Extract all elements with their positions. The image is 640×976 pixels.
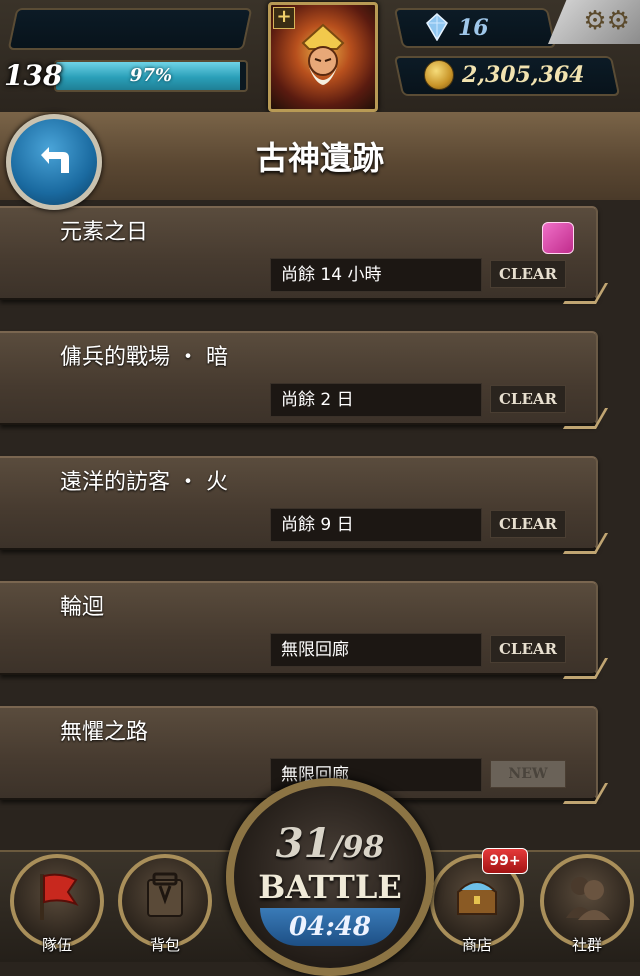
stage-item[interactable]: 傭兵的戰場 ・ 暗 尚餘 2 日 CLEAR — [0, 331, 609, 429]
stage-time-box: 尚餘 14 小時 — [270, 258, 482, 292]
corner-ornament — [562, 408, 609, 429]
nav-social-button[interactable]: 社群 — [540, 854, 634, 954]
corner-ornament — [562, 658, 609, 679]
stage-time: 尚餘 2 日 — [281, 390, 354, 410]
coin-count: 2,305,364 — [462, 62, 585, 88]
warrior-icon — [301, 23, 345, 85]
plus-icon: + — [273, 7, 295, 29]
stage-status-badge: CLEAR — [490, 385, 566, 413]
shop-notification-badge: 99+ — [482, 848, 528, 874]
stage-status-badge: NEW — [490, 760, 566, 788]
stamina-timer: 04:48 — [260, 908, 400, 946]
stage-status-badge: CLEAR — [490, 260, 566, 288]
coin-icon — [424, 60, 454, 90]
gear-icon: ⚙⚙ — [583, 6, 630, 36]
stage-name: 無懼之路 — [60, 720, 149, 745]
stamina-max: 98 — [342, 830, 385, 865]
friends-icon — [566, 877, 610, 920]
backpack-icon — [147, 872, 183, 917]
stage-time: 尚餘 9 日 — [281, 515, 354, 535]
stage-time-box: 無限回廊 — [270, 633, 482, 667]
stage-name: 輪迴 — [60, 595, 105, 620]
gem-count: 16 — [458, 15, 489, 41]
flag-icon — [40, 873, 79, 920]
nav-bag-label: 背包 — [149, 936, 180, 954]
exp-percent: 97% — [129, 65, 173, 86]
stage-status-badge: CLEAR — [490, 510, 566, 538]
stage-time: 無限回廊 — [281, 640, 349, 660]
stamina-current: 31 — [275, 820, 332, 867]
stage-time: 尚餘 14 小時 — [281, 265, 382, 285]
nav-social-label: 社群 — [571, 936, 602, 954]
exp-bar: 97% — [54, 60, 248, 92]
back-button[interactable] — [6, 114, 102, 210]
stage-list: 元素之日 尚餘 14 小時 CLEAR 傭兵的戰場 ・ 暗 尚餘 2 日 CLE… — [0, 200, 640, 810]
back-arrow-icon — [41, 147, 69, 173]
nav-shop-label: 商店 — [461, 936, 492, 954]
stage-name: 元素之日 — [60, 220, 149, 245]
player-name-slot — [7, 8, 253, 50]
stage-name: 傭兵的戰場 ・ 暗 — [60, 345, 228, 370]
leader-portrait[interactable]: + — [268, 2, 378, 112]
stage-time-box: 尚餘 9 日 — [270, 508, 482, 542]
diamond-icon — [426, 13, 448, 41]
treasure-chest-icon — [457, 881, 497, 915]
corner-ornament — [562, 283, 609, 304]
nav-bag-button[interactable]: 背包 — [118, 854, 212, 954]
stage-time-box: 尚餘 2 日 — [270, 383, 482, 417]
nav-team-button[interactable]: 隊伍 — [10, 854, 104, 954]
battle-button[interactable]: 31/98 BATTLE 04:48 — [226, 778, 434, 976]
stage-status-badge: CLEAR — [490, 635, 566, 663]
stamina-count: 31/98 — [234, 820, 426, 867]
stamina-separator: / — [331, 830, 343, 865]
corner-ornament — [562, 783, 609, 804]
stage-item[interactable]: 元素之日 尚餘 14 小時 CLEAR — [0, 206, 609, 304]
stage-item[interactable]: 遠洋的訪客 ・ 火 尚餘 9 日 CLEAR — [0, 456, 609, 554]
corner-ornament — [562, 533, 609, 554]
battle-label: BATTLE — [258, 868, 402, 906]
nav-team-label: 隊伍 — [41, 936, 72, 954]
stage-item[interactable]: 輪迴 無限回廊 CLEAR — [0, 581, 609, 679]
special-badge-icon — [542, 222, 574, 254]
stage-name: 遠洋的訪客 ・ 火 — [60, 470, 228, 495]
player-level: 138 — [4, 59, 63, 92]
